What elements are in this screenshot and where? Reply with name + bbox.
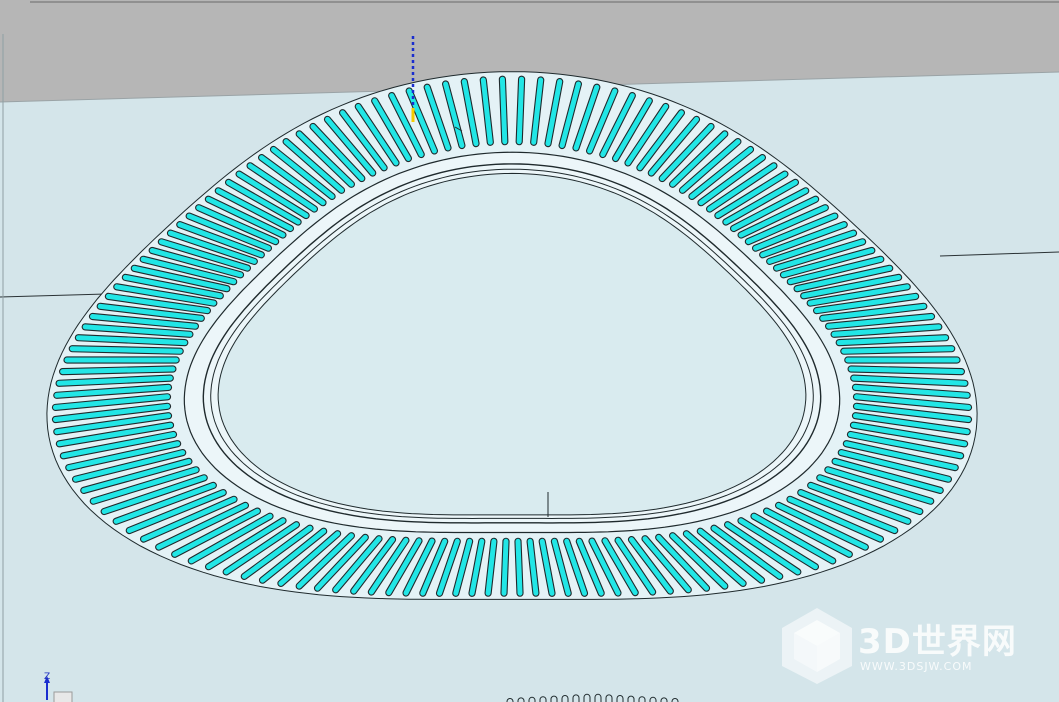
slot bbox=[841, 346, 955, 354]
cad-3d-viewport[interactable]: Z 3D世界网 WWW.3DSJW.COM bbox=[0, 0, 1059, 702]
slot bbox=[848, 366, 964, 375]
watermark: 3D世界网 WWW.3DSJW.COM bbox=[778, 606, 1038, 686]
watermark-title: 3D世界网 bbox=[858, 622, 1017, 662]
model-canvas[interactable] bbox=[0, 0, 1059, 702]
z-axis-label: Z bbox=[44, 672, 51, 682]
watermark-url: WWW.3DSJW.COM bbox=[860, 660, 973, 673]
cube-logo-icon bbox=[782, 608, 852, 684]
slot bbox=[516, 76, 525, 145]
slot bbox=[499, 76, 508, 145]
slot bbox=[69, 346, 183, 354]
slot bbox=[515, 538, 523, 596]
slot bbox=[501, 538, 509, 596]
slot bbox=[60, 366, 176, 375]
